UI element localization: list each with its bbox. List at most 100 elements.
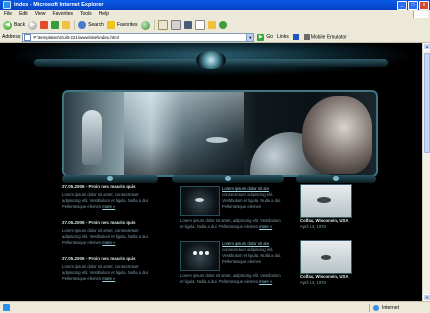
- gallery-item: Lorem ipsum dolor sit am consectetuer ad…: [172, 184, 284, 239]
- windows-logo: [413, 10, 428, 18]
- toolbar-separator: [74, 20, 76, 30]
- banner-alien-figure: [82, 110, 102, 165]
- refresh-button[interactable]: [51, 21, 60, 29]
- go-arrow-icon: ▶: [257, 33, 265, 41]
- sightings-column: Colfax, Wisconsin, USA April 13, 1976 Co…: [296, 184, 376, 301]
- ufo-shape: [317, 197, 331, 203]
- search-button[interactable]: Search: [78, 21, 104, 29]
- discuss-icon: [194, 20, 205, 30]
- address-input[interactable]: P:\templates\Guilt-221\www\site\index.ht…: [22, 32, 255, 42]
- news-text: Lorem ipsum dolor sit amet, consectetuer…: [62, 264, 158, 282]
- edit-button[interactable]: [183, 21, 192, 29]
- gallery-more-link[interactable]: more »: [259, 279, 272, 284]
- window-title: index - Microsoft Internet Explorer: [14, 2, 104, 8]
- address-dropdown-button[interactable]: ▼: [246, 33, 254, 41]
- emulator-icon: [303, 33, 310, 40]
- discuss-button[interactable]: [194, 20, 205, 30]
- col1-header-bar: [62, 175, 158, 183]
- sighting-photo[interactable]: [300, 184, 352, 218]
- stop-button[interactable]: [40, 21, 49, 29]
- gallery-title-link[interactable]: Lorem ipsum dolor sit am: [222, 241, 269, 246]
- sighting-photo[interactable]: [300, 240, 352, 274]
- status-bar: Internet: [0, 301, 430, 313]
- news-more-link[interactable]: more »: [102, 276, 115, 281]
- close-button[interactable]: x: [419, 0, 429, 10]
- ufo-lights-thumbnail[interactable]: [180, 241, 220, 271]
- mail-button[interactable]: [157, 20, 168, 30]
- history-icon: [140, 20, 150, 30]
- history-button[interactable]: [140, 20, 150, 30]
- sighting-location: Colfax, Wisconsin, USA: [300, 274, 349, 279]
- ie-icon: [3, 1, 11, 9]
- search-label: Search: [88, 22, 104, 28]
- address-bar: Address P:\templates\Guilt-221\www\site\…: [0, 32, 430, 43]
- links-button[interactable]: Links: [277, 34, 289, 40]
- messenger-button[interactable]: [218, 21, 227, 29]
- folder-button[interactable]: [207, 21, 216, 29]
- sighting-date: April 13, 1976: [300, 224, 326, 229]
- news-item: 27.05.2006 - Proin nec mauris quis Lorem…: [62, 256, 158, 282]
- gallery-text: Lorem ipsum dolor sit am consectetuer ad…: [222, 186, 282, 210]
- news-more-link[interactable]: more »: [102, 204, 115, 209]
- back-label: Back: [14, 22, 26, 28]
- news-date: 27.05.2006 - Proin nec mauris quis: [62, 184, 136, 189]
- menu-tools[interactable]: Tools: [80, 11, 92, 17]
- scroll-up-button[interactable]: ▲: [423, 43, 430, 50]
- security-zone: Internet: [369, 303, 430, 312]
- maximize-button[interactable]: □: [408, 0, 418, 10]
- favorites-button[interactable]: Favorites: [106, 21, 138, 29]
- minimize-button[interactable]: _: [397, 0, 407, 10]
- menu-file[interactable]: File: [4, 11, 12, 17]
- home-button[interactable]: [62, 21, 71, 29]
- back-arrow-icon: ◀: [3, 20, 12, 30]
- gallery-item: Lorem ipsum dolor sit am consectetuer ad…: [172, 239, 284, 294]
- ufo-thumbnail[interactable]: [180, 186, 220, 216]
- edit-icon: [183, 21, 192, 29]
- sighting-location: Colfax, Wisconsin, USA: [300, 218, 349, 223]
- scroll-down-button[interactable]: ▼: [423, 294, 430, 301]
- title-bar: index - Microsoft Internet Explorer _ □ …: [0, 0, 430, 10]
- gallery-caption: Lorem ipsum dolor sit amet, adipiscing e…: [180, 273, 284, 285]
- gallery-body: consectetuer adipiscing elit. Vestibulum…: [222, 192, 282, 209]
- news-date: 27.05.2006 - Proin nec mauris quis: [62, 256, 136, 261]
- menu-view[interactable]: View: [35, 11, 46, 17]
- col3-header-bar: [296, 175, 376, 183]
- ufo-shape: [195, 198, 204, 202]
- gallery-title-link[interactable]: Lorem ipsum dolor sit am: [222, 186, 269, 191]
- sighting-item: Colfax, Wisconsin, USA April 13, 1976: [296, 240, 376, 296]
- print-icon: [170, 20, 181, 30]
- menu-help[interactable]: Help: [99, 11, 109, 17]
- gallery-column: Lorem ipsum dolor sit am consectetuer ad…: [172, 184, 284, 301]
- scroll-thumb[interactable]: [424, 53, 430, 153]
- links-bookmark[interactable]: ​: [292, 33, 300, 40]
- search-icon: [78, 21, 87, 29]
- star-icon: [106, 21, 115, 29]
- vertical-scrollbar[interactable]: ▲ ▼: [422, 43, 430, 301]
- back-button[interactable]: ◀ Back: [3, 20, 26, 30]
- home-icon: [62, 21, 71, 29]
- favorites-label: Favorites: [116, 22, 138, 28]
- gallery-caption: Lorem ipsum dolor sit amet, adipiscing e…: [180, 218, 284, 230]
- internet-globe-icon: [373, 304, 379, 311]
- site-header: [0, 43, 422, 85]
- news-text: Lorem ipsum dolor sit amet, consectetuer…: [62, 192, 158, 210]
- mobile-emulator-link[interactable]: Mobile Emulator: [303, 33, 347, 41]
- mobile-emulator-label: Mobile Emulator: [310, 34, 347, 41]
- ufo-shape: [321, 255, 331, 260]
- gallery-more-link[interactable]: more »: [259, 224, 272, 229]
- gallery-text: Lorem ipsum dolor sit am consectetuer ad…: [222, 241, 282, 265]
- menu-edit[interactable]: Edit: [19, 11, 28, 17]
- hero-banner-image: [62, 90, 378, 177]
- forward-button[interactable]: ▶: [28, 20, 38, 30]
- address-url: P:\templates\Guilt-221\www\site\index.ht…: [33, 34, 119, 40]
- news-column: 27.05.2006 - Proin nec mauris quis Lorem…: [62, 184, 158, 301]
- news-text: Lorem ipsum dolor sit amet, consectetuer…: [62, 228, 158, 246]
- col1-header-knob: [107, 176, 113, 181]
- bookmark-icon: [292, 33, 299, 40]
- ufo-lights: [193, 251, 209, 259]
- print-button[interactable]: [170, 20, 181, 30]
- news-more-link[interactable]: more »: [102, 240, 115, 245]
- col3-header-knob: [333, 176, 339, 181]
- go-button[interactable]: ▶ Go: [257, 33, 273, 41]
- menu-favorites[interactable]: Favorites: [52, 11, 73, 17]
